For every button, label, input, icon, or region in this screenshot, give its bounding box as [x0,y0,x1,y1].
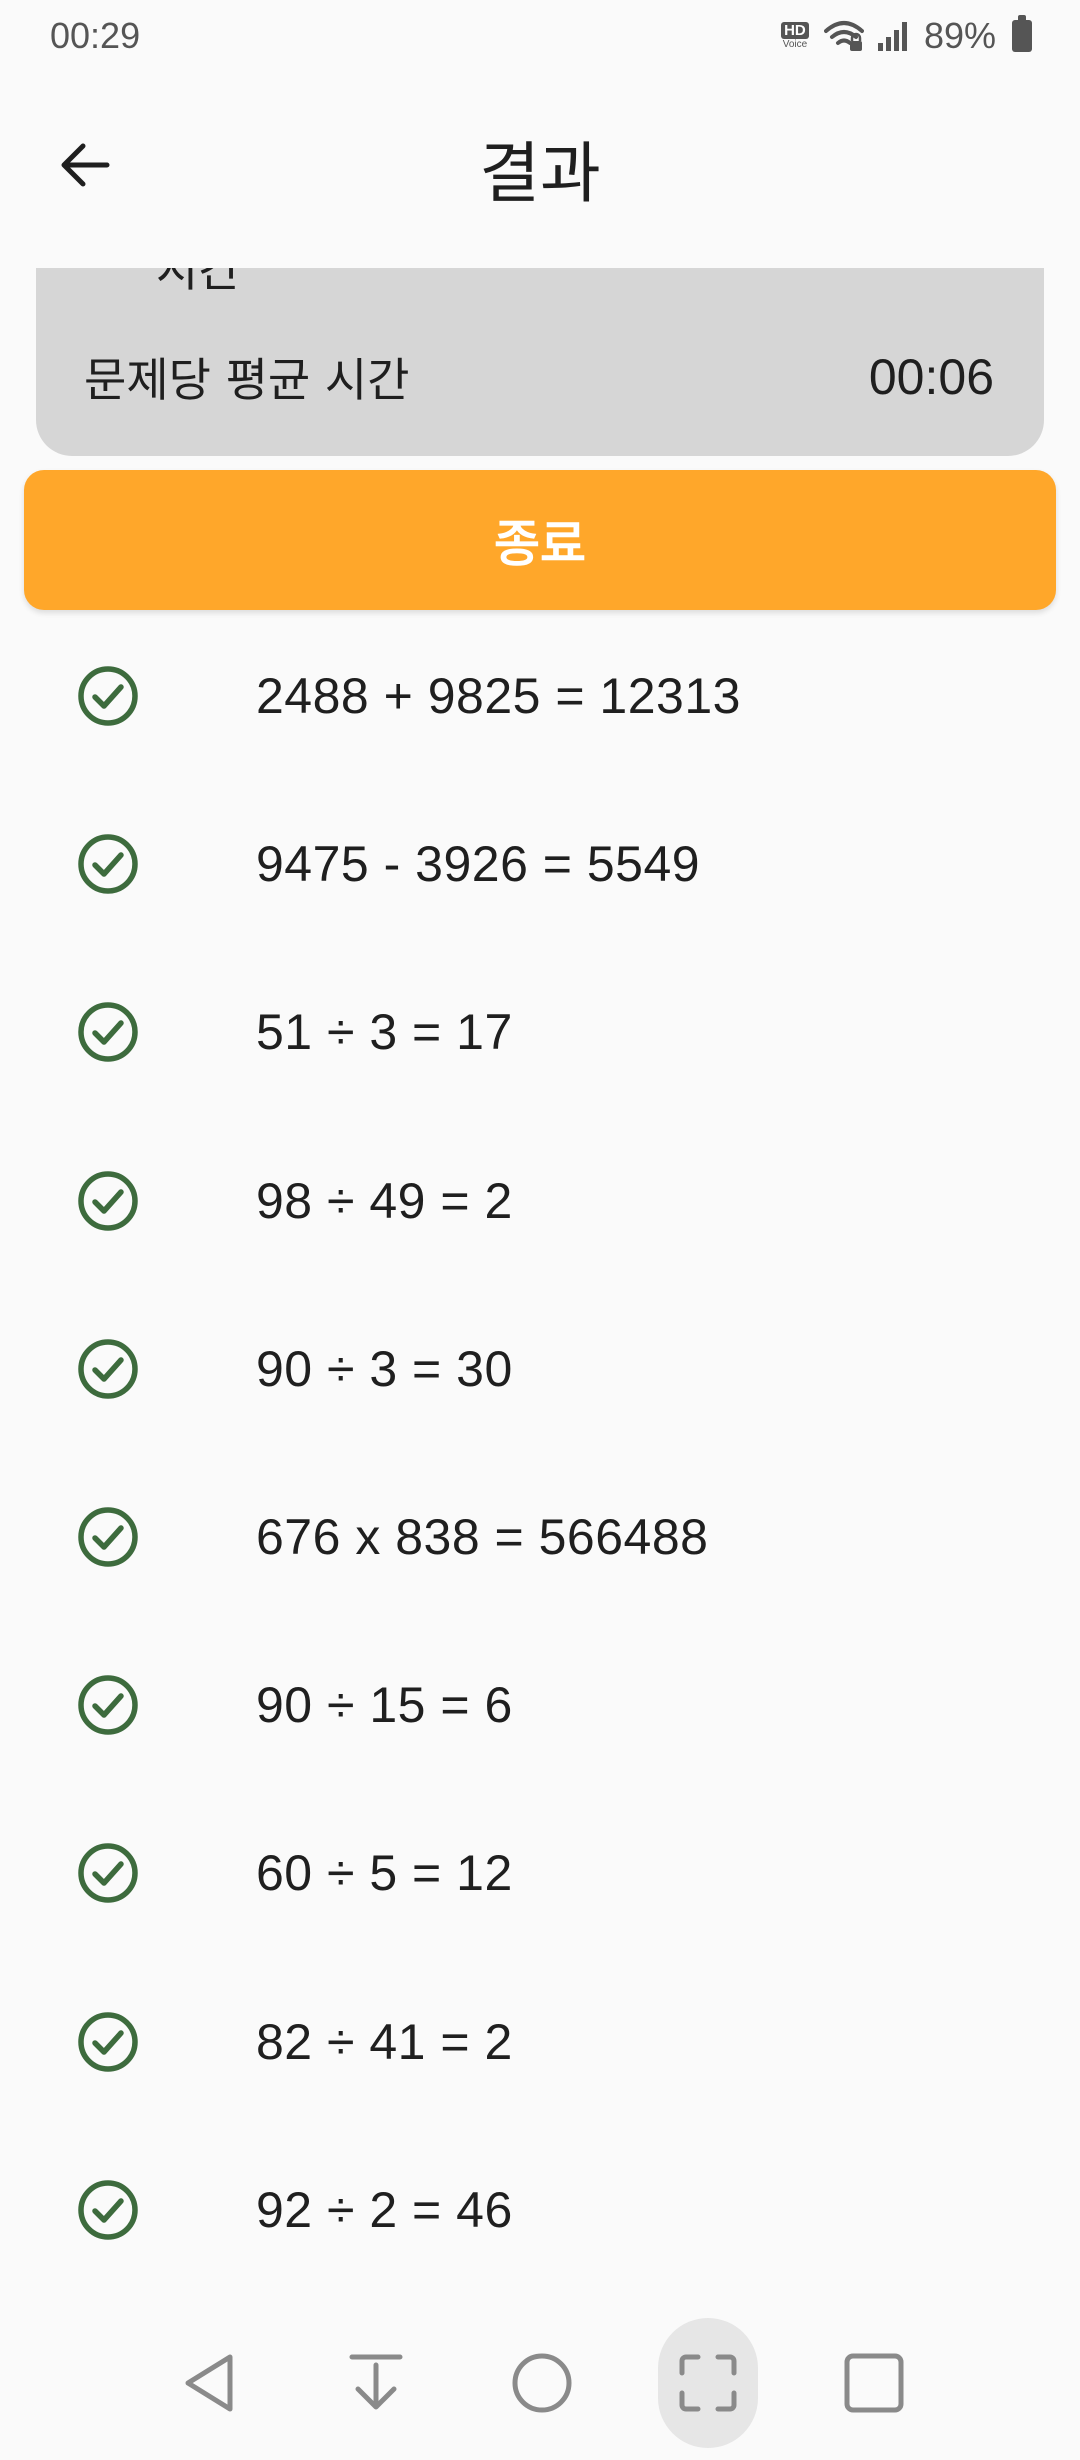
triangle-back-icon [185,2354,233,2412]
status-icons: HD Voice 89% [778,15,1032,57]
problem-text: 676 x 838 = 566488 [256,1509,709,1566]
problem-row: 82 ÷ 41 = 2 [0,1958,1080,2126]
nav-home-button[interactable] [492,2318,592,2448]
battery-percent: 89% [923,15,996,56]
check-circle-icon [78,1339,138,1399]
check-circle-icon [78,1170,138,1231]
avg-time-row: 문제당 평균 시간 00:06 [84,344,994,410]
check-circle-icon [78,1675,138,1735]
navigation-bar [0,2310,1080,2460]
problem-text: 2488 + 9825 = 12313 [256,668,741,725]
problem-text: 90 ÷ 3 = 30 [256,1340,513,1397]
nav-back-button[interactable] [160,2318,260,2448]
check-circle-icon [78,1843,138,1904]
check-circle-icon [78,1002,138,1063]
hd-voice-icon: HD Voice [781,22,809,50]
problem-row: 60 ÷ 5 = 12 [0,1789,1080,1957]
status-time: 00:29 [50,15,141,56]
problem-text: 9475 - 3926 = 5549 [256,836,701,893]
battery-icon [1012,15,1032,52]
avg-time-value: 00:06 [868,349,994,405]
problem-text: 98 ÷ 49 = 2 [256,1172,513,1229]
pull-down-icon [349,2354,403,2410]
end-button[interactable]: 종료 [24,470,1056,610]
problem-text: 92 ÷ 2 = 46 [256,2181,513,2238]
nav-notification-button[interactable] [326,2318,426,2448]
stats-card: 시간 문제당 평균 시간 00:06 [36,268,1044,456]
app-bar: 결과 [0,90,1080,230]
problem-row: 676 x 838 = 566488 [0,1453,1080,1621]
problem-row: 9475 - 3926 = 5549 [0,780,1080,948]
check-circle-icon [78,666,138,726]
check-circle-icon [78,834,138,895]
problem-row: 92 ÷ 2 = 46 [0,2126,1080,2294]
circle-home-icon [512,2353,572,2413]
nav-recents-button[interactable] [824,2318,924,2448]
problem-row: 2488 + 9825 = 12313 [0,612,1080,780]
problem-list: 2488 + 9825 = 12313 9475 - 3926 = 5549 51 … [0,612,1080,2294]
problem-text: 90 ÷ 15 = 6 [256,1677,513,1734]
status-bar: 00:29 HD Voice 89% [0,0,1080,72]
problem-row: 90 ÷ 3 = 30 [0,1285,1080,1453]
check-circle-icon [78,2011,138,2072]
stats-cutoff-label: 시간 [156,268,241,297]
signal-icon [877,22,907,51]
problem-text: 51 ÷ 3 = 17 [256,1004,513,1061]
page-title: 결과 [479,135,601,212]
problem-row: 90 ÷ 15 = 6 [0,1621,1080,1789]
problem-row: 51 ÷ 3 = 17 [0,948,1080,1116]
nav-capture-button[interactable] [658,2318,758,2448]
wifi-icon [823,21,864,51]
check-circle-icon [78,1507,138,1567]
problem-text: 82 ÷ 41 = 2 [256,2013,513,2070]
problem-row: 98 ÷ 49 = 2 [0,1117,1080,1285]
check-circle-icon [78,2180,138,2240]
screenshot-frame-icon [679,2354,737,2412]
avg-time-label: 문제당 평균 시간 [84,353,410,407]
square-recents-icon [844,2353,904,2413]
problem-text: 60 ÷ 5 = 12 [256,1845,513,1902]
